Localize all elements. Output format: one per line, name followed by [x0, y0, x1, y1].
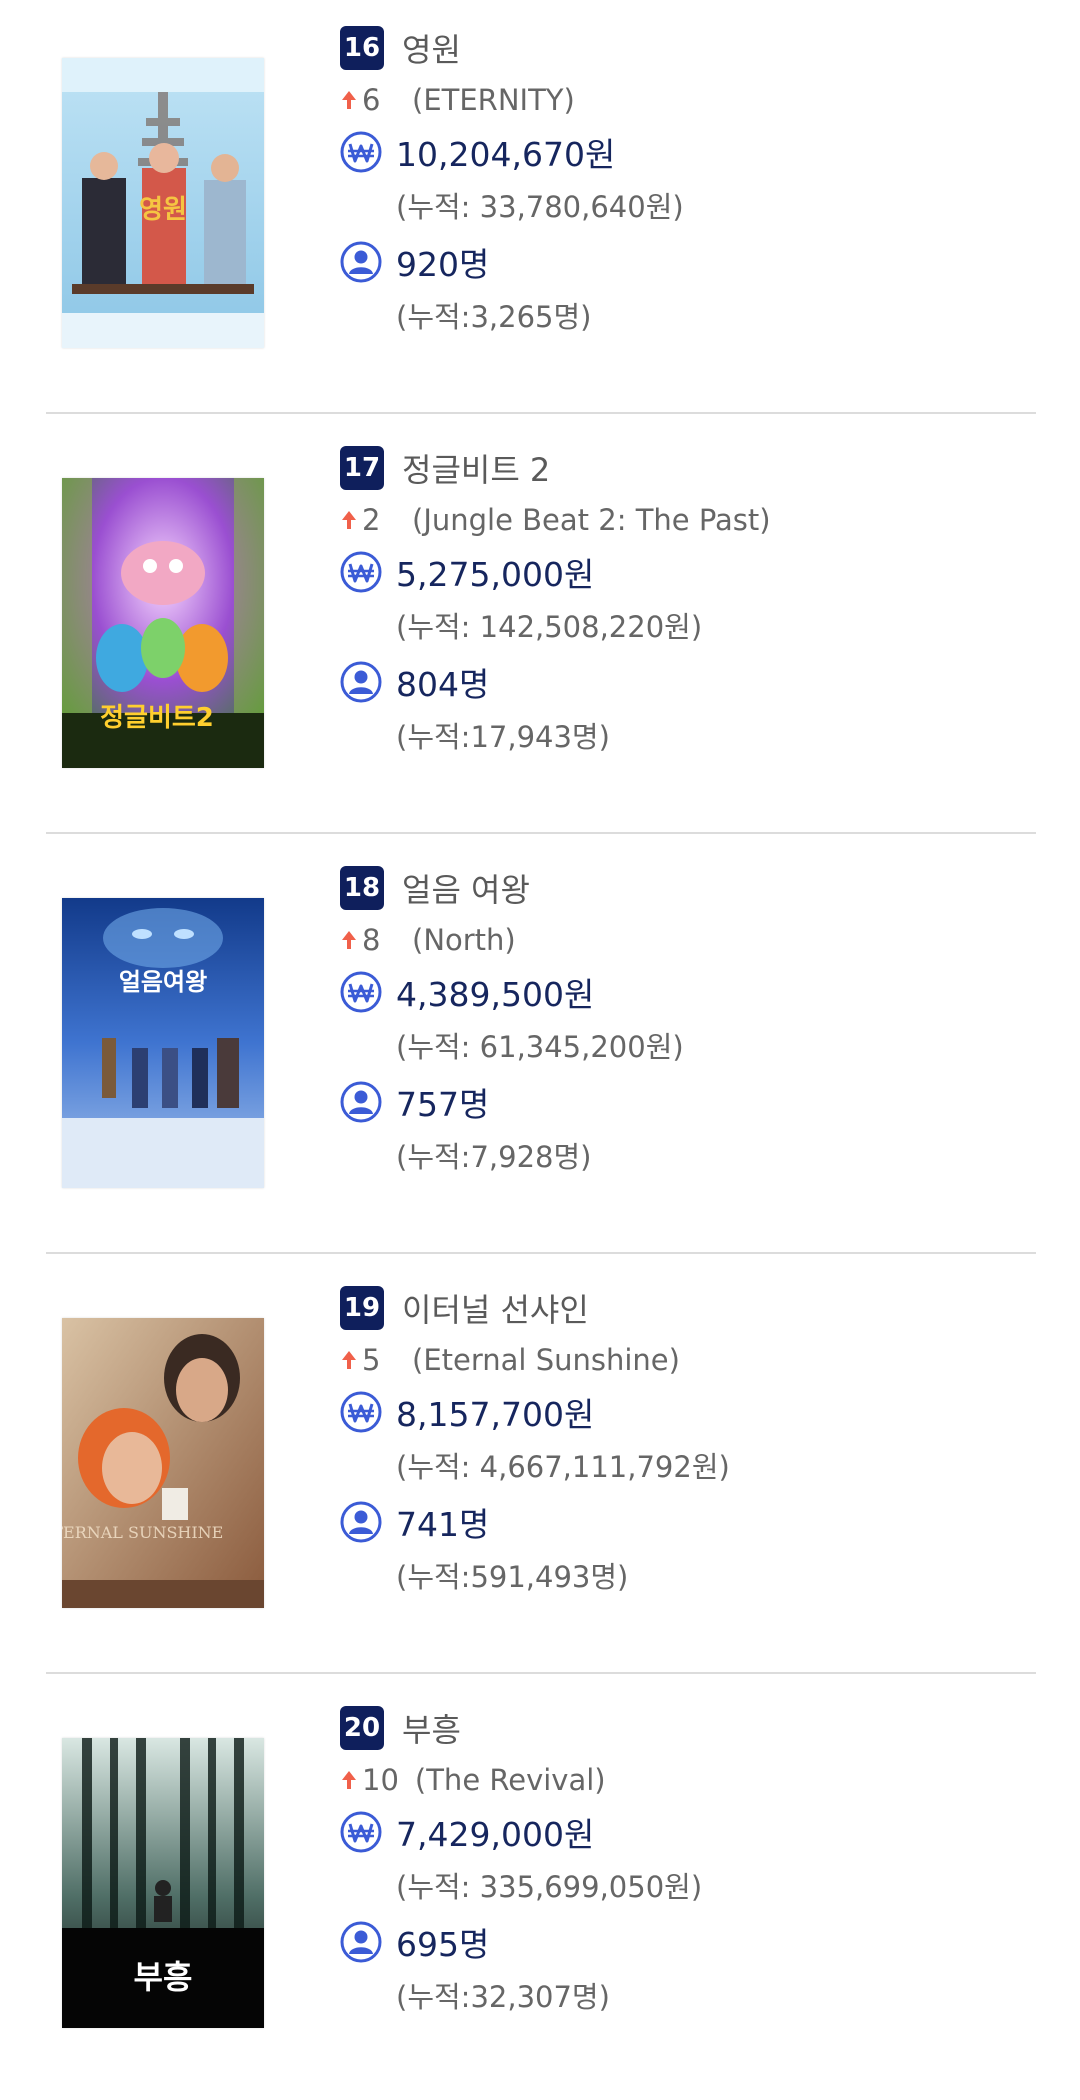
- audience-row: 920명: [340, 240, 489, 284]
- revenue-row: 7,429,000원: [340, 1810, 594, 1854]
- person-icon: [340, 1081, 382, 1123]
- arrow-up-icon: [342, 1771, 356, 1789]
- movie-entry[interactable]: 부흥 20 부흥 10 (The Revival) 7,429,000원 (누적…: [0, 1680, 1080, 2100]
- rank-change-row: 2 (Jungle Beat 2: The Past): [340, 500, 771, 540]
- movie-title-korean[interactable]: 얼음 여왕: [402, 865, 530, 911]
- rank-change-row: 5 (Eternal Sunshine): [340, 1340, 680, 1380]
- divider: [46, 832, 1036, 834]
- movie-poster[interactable]: 부흥: [62, 1738, 264, 2028]
- daily-audience: 757명: [396, 1085, 490, 1124]
- won-coin-icon: [340, 971, 382, 1013]
- audience-row: 741명: [340, 1500, 489, 1544]
- movie-poster[interactable]: ETERNAL SUNSHINE: [62, 1318, 264, 1608]
- rank-change-value: 8: [362, 923, 381, 957]
- audience-row: 757명: [340, 1080, 489, 1124]
- person-icon: [340, 1501, 382, 1543]
- rank-badge: 17: [340, 446, 384, 490]
- movie-poster[interactable]: 얼음여왕: [62, 898, 264, 1188]
- person-icon: [340, 661, 382, 703]
- movie-title-korean[interactable]: 영원: [402, 25, 461, 71]
- won-coin-icon: [340, 1811, 382, 1853]
- revenue-row: 8,157,700원: [340, 1390, 594, 1434]
- poster-title-text: 얼음여왕: [119, 968, 207, 996]
- revenue-row: 4,389,500원: [340, 970, 594, 1014]
- cumulative-audience: (누적:591,493명): [396, 1560, 629, 1594]
- poster-title-text: 영원: [139, 195, 187, 225]
- movie-title-english: (Eternal Sunshine): [412, 1343, 680, 1377]
- cumulative-audience: (누적:7,928명): [396, 1140, 592, 1174]
- rank-change-row: 10 (The Revival): [340, 1760, 606, 1800]
- daily-revenue: 10,204,670원: [396, 135, 616, 174]
- cumulative-revenue: (누적: 33,780,640원): [396, 190, 684, 224]
- cumulative-revenue: (누적: 142,508,220원): [396, 610, 703, 644]
- rank-change-value: 6: [362, 83, 381, 117]
- movie-title-english: (Jungle Beat 2: The Past): [412, 503, 771, 537]
- revenue-row: 5,275,000원: [340, 550, 594, 594]
- daily-audience: 741명: [396, 1505, 490, 1544]
- rank-change-value: 10: [362, 1763, 399, 1797]
- poster-title-text: ETERNAL SUNSHINE: [62, 1523, 223, 1542]
- arrow-up-icon: [342, 1351, 356, 1369]
- cumulative-audience: (누적:3,265명): [396, 300, 592, 334]
- cumulative-revenue: (누적: 4,667,111,792원): [396, 1450, 730, 1484]
- cumulative-audience: (누적:17,943명): [396, 720, 610, 754]
- rank-row: 18 얼음 여왕: [340, 866, 530, 910]
- movie-title-korean[interactable]: 정글비트 2: [402, 445, 550, 491]
- arrow-up-icon: [342, 931, 356, 949]
- movie-entry[interactable]: 정글비트2 17 정글비트 2 2 (Jungle Beat 2: The Pa…: [0, 420, 1080, 840]
- movie-title-korean[interactable]: 부흥: [402, 1705, 461, 1751]
- revenue-row: 10,204,670원: [340, 130, 615, 174]
- rank-change-row: 8 (North): [340, 920, 516, 960]
- rank-badge: 16: [340, 26, 384, 70]
- divider: [46, 412, 1036, 414]
- daily-revenue: 8,157,700원: [396, 1395, 595, 1434]
- rank-badge: 18: [340, 866, 384, 910]
- rank-badge: 19: [340, 1286, 384, 1330]
- person-icon: [340, 1921, 382, 1963]
- cumulative-revenue: (누적: 61,345,200원): [396, 1030, 684, 1064]
- won-coin-icon: [340, 551, 382, 593]
- movie-title-english: (ETERNITY): [412, 83, 575, 117]
- divider: [46, 1672, 1036, 1674]
- rank-change-row: 6 (ETERNITY): [340, 80, 575, 120]
- rank-row: 19 이터널 선샤인: [340, 1286, 589, 1330]
- audience-row: 804명: [340, 660, 489, 704]
- won-coin-icon: [340, 131, 382, 173]
- daily-audience: 804명: [396, 665, 490, 704]
- poster-title-text: 부흥: [134, 1958, 193, 1996]
- rank-change-value: 2: [362, 503, 381, 537]
- rank-row: 17 정글비트 2: [340, 446, 550, 490]
- movie-entry[interactable]: 영원 16 영원 6 (ETERNITY) 10,204,670원 (누적: 3…: [0, 0, 1080, 420]
- daily-revenue: 7,429,000원: [396, 1815, 595, 1854]
- movie-poster[interactable]: 정글비트2: [62, 478, 264, 768]
- daily-audience: 920명: [396, 245, 490, 284]
- rank-change-value: 5: [362, 1343, 381, 1377]
- movie-entry[interactable]: 얼음여왕 18 얼음 여왕 8 (North) 4,389,500원 (누적: …: [0, 840, 1080, 1260]
- divider: [46, 1252, 1036, 1254]
- poster-title-text: 정글비트2: [100, 703, 214, 733]
- movie-title-english: (North): [412, 923, 516, 957]
- arrow-up-icon: [342, 91, 356, 109]
- movie-title-english: (The Revival): [414, 1763, 606, 1797]
- rank-badge: 20: [340, 1706, 384, 1750]
- movie-title-korean[interactable]: 이터널 선샤인: [402, 1285, 589, 1331]
- audience-row: 695명: [340, 1920, 489, 1964]
- rank-row: 20 부흥: [340, 1706, 461, 1750]
- person-icon: [340, 241, 382, 283]
- daily-revenue: 4,389,500원: [396, 975, 595, 1014]
- cumulative-revenue: (누적: 335,699,050원): [396, 1870, 703, 1904]
- cumulative-audience: (누적:32,307명): [396, 1980, 610, 2014]
- movie-poster[interactable]: 영원: [62, 58, 264, 348]
- arrow-up-icon: [342, 511, 356, 529]
- rank-row: 16 영원: [340, 26, 461, 70]
- daily-revenue: 5,275,000원: [396, 555, 595, 594]
- won-coin-icon: [340, 1391, 382, 1433]
- daily-audience: 695명: [396, 1925, 490, 1964]
- movie-entry[interactable]: ETERNAL SUNSHINE 19 이터널 선샤인 5 (Eternal S…: [0, 1260, 1080, 1680]
